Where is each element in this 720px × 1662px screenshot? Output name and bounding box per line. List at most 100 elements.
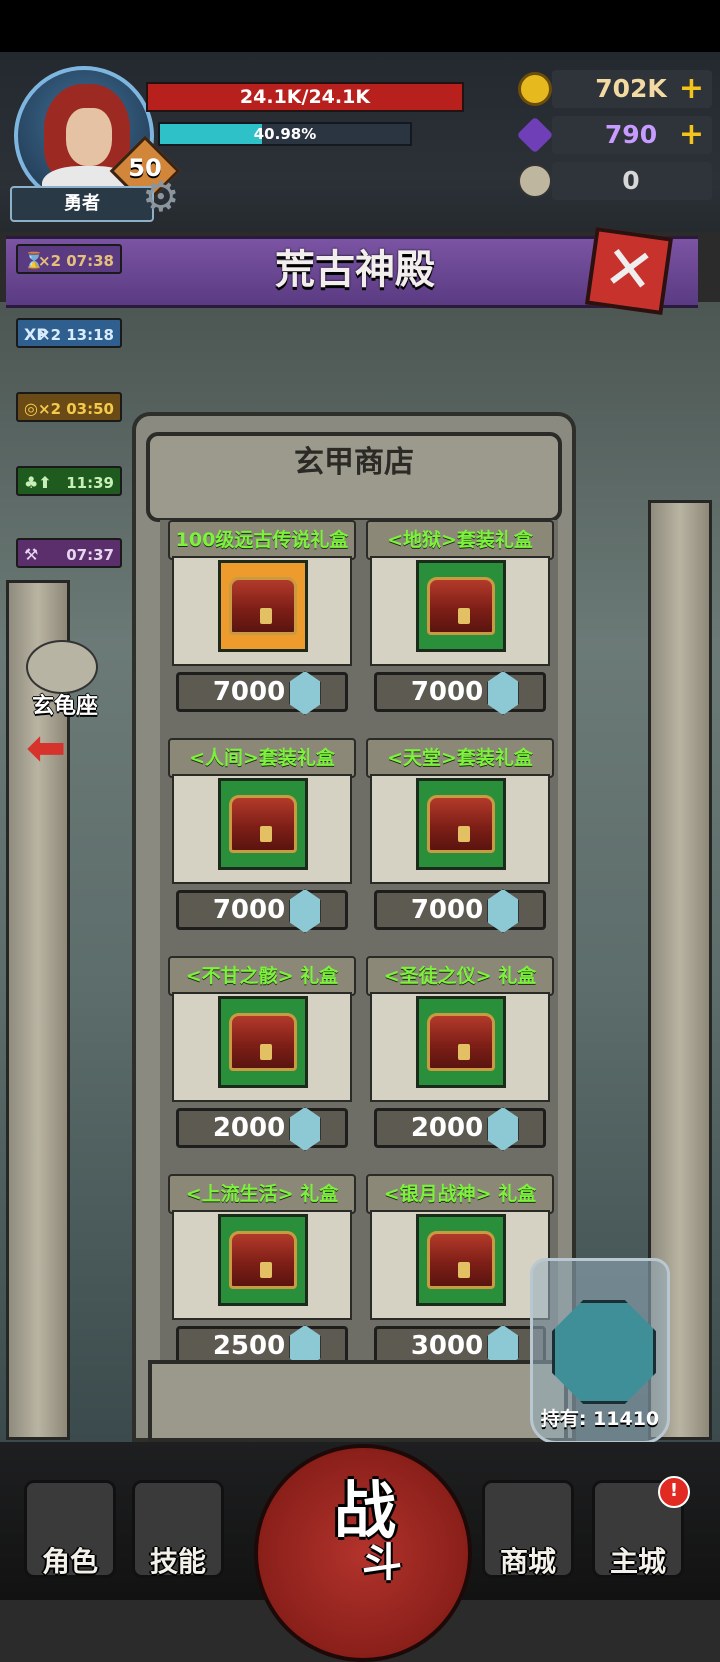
shop-item-image — [172, 556, 352, 666]
chest-lock — [260, 608, 272, 624]
coin-icon: ◎ — [24, 399, 38, 418]
buff-timer[interactable]: ♣⬆ 11:39 — [16, 466, 122, 496]
shop-item-image — [172, 1210, 352, 1320]
xp-text: 40.98% — [253, 125, 317, 143]
chest-lock — [458, 1044, 470, 1060]
chest-body — [427, 577, 495, 635]
currency-gold: 702K + — [518, 70, 712, 108]
shop-item-image — [370, 992, 550, 1102]
shop-item-title: <地狱>套装礼盒 — [366, 520, 554, 560]
buff-text: 07:37 — [66, 546, 114, 564]
clover-icon: ♣⬆ — [24, 473, 52, 492]
buy-button[interactable]: 7000 — [176, 889, 348, 933]
chest-lock — [260, 826, 272, 842]
battle-label-sub: 斗 — [362, 1540, 402, 1586]
chest-body — [427, 1013, 495, 1071]
page-title: 荒古神殿 — [275, 247, 435, 293]
buy-button[interactable]: 2000 — [374, 1107, 546, 1151]
horn-value: 0 — [622, 166, 640, 195]
chest-body — [229, 795, 297, 853]
shop-item-image — [370, 1210, 550, 1320]
hp-bar: 24.1K/24.1K — [146, 82, 464, 112]
buy-button[interactable]: 3000 — [374, 1325, 546, 1360]
shop-base — [148, 1360, 568, 1442]
shop-item-image — [172, 774, 352, 884]
avatar-face — [66, 108, 112, 166]
chest-lock — [260, 1044, 272, 1060]
buff-timer[interactable]: ⚒ 07:37 — [16, 538, 122, 568]
buff-text: ×2 07:38 — [38, 252, 114, 270]
chest-body — [229, 1013, 297, 1071]
xp-icon: XP — [24, 325, 49, 344]
shop-item-card[interactable]: <人间>套装礼盒 7000 — [168, 738, 356, 944]
buy-button[interactable]: 7000 — [176, 671, 348, 715]
nav-role-label: 角色 — [41, 1545, 98, 1578]
currency-horn: 0 — [518, 162, 712, 200]
held-amount: 持有: 11410 — [540, 1408, 660, 1430]
shop-item-title: 100级远古传说礼盒 — [168, 520, 356, 560]
shop-item-title: <银月战神> 礼盒 — [366, 1174, 554, 1214]
buy-button[interactable]: 2000 — [176, 1107, 348, 1151]
gear-icon[interactable]: ⚙ — [142, 176, 180, 218]
treasure-chest-icon — [218, 778, 308, 870]
shop-item-card[interactable]: <不甘之骸> 礼盒 2000 — [168, 956, 356, 1162]
back-arrow-icon[interactable]: ⬅ — [26, 724, 102, 772]
chest-lock — [458, 826, 470, 842]
buff-text: ×2 03:50 — [38, 400, 114, 418]
buff-text: 11:39 — [66, 474, 114, 492]
chest-body — [427, 1231, 495, 1289]
chest-lock — [260, 1262, 272, 1278]
xp-bar: 40.98% — [158, 122, 412, 146]
hourglass-icon: ⌛ — [24, 251, 44, 270]
treasure-chest-icon — [218, 1214, 308, 1306]
chest-lock — [458, 1262, 470, 1278]
shop-item-card[interactable]: <银月战神> 礼盒 3000 — [366, 1174, 554, 1360]
treasure-chest-icon — [416, 996, 506, 1088]
chest-body — [229, 577, 297, 635]
treasure-chest-icon — [416, 1214, 506, 1306]
buy-button[interactable]: 7000 — [374, 671, 546, 715]
nav-shop-label: 商城 — [499, 1545, 556, 1578]
shop-item-title: <天堂>套装礼盒 — [366, 738, 554, 778]
shop-item-card[interactable]: 100级远古传说礼盒 7000 — [168, 520, 356, 726]
shop-item-image — [370, 774, 550, 884]
turtle-constellation-icon[interactable] — [26, 640, 98, 694]
shop-item-card[interactable]: <圣徒之仪> 礼盒 2000 — [366, 956, 554, 1162]
shop-item-title: <不甘之骸> 礼盒 — [168, 956, 356, 996]
shop-title: 玄甲商店 — [294, 445, 414, 480]
buy-button[interactable]: 2500 — [176, 1325, 348, 1360]
shop-item-card[interactable]: <地狱>套装礼盒 7000 — [366, 520, 554, 726]
player-name: 勇者 — [10, 186, 154, 222]
shop-item-image — [370, 556, 550, 666]
chest-body — [427, 795, 495, 853]
hammer-icon: ⚒ — [24, 545, 39, 564]
add-crystal-button[interactable]: + — [679, 116, 704, 154]
shop-item-image — [172, 992, 352, 1102]
shop-item-title: <上流生活> 礼盒 — [168, 1174, 356, 1214]
ram-horn-icon — [518, 164, 552, 198]
gold-value: 702K — [595, 74, 667, 103]
buff-timer[interactable]: ◎ ×2 03:50 — [16, 392, 122, 422]
close-button[interactable]: ✕ — [584, 226, 674, 316]
buff-timer[interactable]: XP ×2 13:18 — [16, 318, 122, 348]
buy-button[interactable]: 7000 — [374, 889, 546, 933]
gold-coin-icon — [518, 72, 552, 106]
treasure-chest-icon — [416, 778, 506, 870]
treasure-chest-icon — [218, 996, 308, 1088]
constellation-label[interactable]: 玄龟座 — [10, 688, 120, 720]
treasure-chest-icon — [218, 560, 308, 652]
buff-text: ×2 13:18 — [38, 326, 114, 344]
shop-item-title: <人间>套装礼盒 — [168, 738, 356, 778]
shop-item-title: <圣徒之仪> 礼盒 — [366, 956, 554, 996]
buff-timer[interactable]: ⌛ ×2 07:38 — [16, 244, 122, 274]
nav-city-label: 主城 — [609, 1545, 666, 1578]
currency-crystal: 790 + — [516, 116, 712, 154]
shop-item-card[interactable]: <天堂>套装礼盒 7000 — [366, 738, 554, 944]
add-gold-button[interactable]: + — [679, 70, 704, 108]
shop-item-card[interactable]: <上流生活> 礼盒 2500 — [168, 1174, 356, 1360]
alert-badge: ! — [658, 1476, 690, 1508]
chest-body — [229, 1231, 297, 1289]
status-bar — [0, 0, 720, 52]
treasure-chest-icon — [416, 560, 506, 652]
shop-item-list[interactable]: 100级远古传说礼盒 7000 <地狱>套装礼盒 7000 <人间>套装礼盒 7000 <天… — [160, 520, 558, 1360]
